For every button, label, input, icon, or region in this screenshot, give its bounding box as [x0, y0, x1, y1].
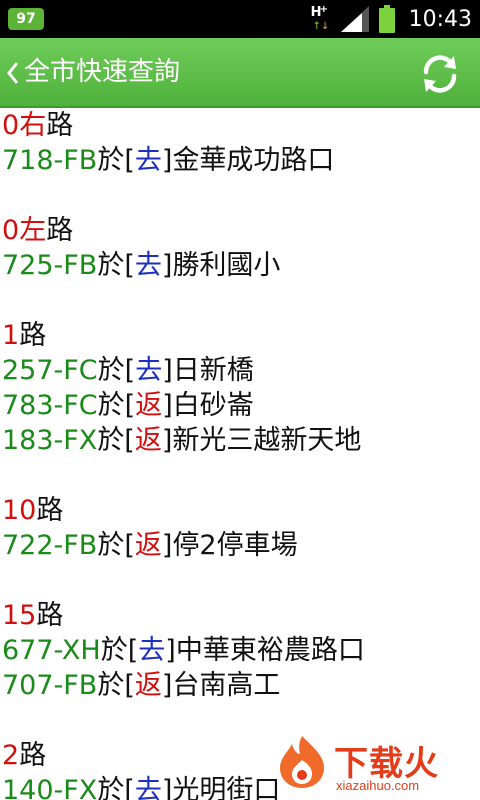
- at-label: 於[: [97, 390, 136, 421]
- bus-id: 183-FX: [2, 425, 98, 456]
- page-title: 全市快速查詢: [24, 57, 181, 87]
- battery-icon: [378, 5, 395, 33]
- at-label: 於[: [97, 355, 136, 386]
- stop-name: 金華成功路口: [172, 145, 335, 176]
- at-label: 於[: [97, 425, 135, 456]
- bracket-close: ]: [161, 250, 173, 281]
- bus-id: 257-FC: [2, 355, 98, 386]
- clock: 10:43: [408, 6, 472, 32]
- at-label: 於[: [97, 250, 135, 281]
- direction-label: 去: [134, 145, 162, 176]
- bus-stop-line[interactable]: 677-XH於[去]中華東裕農路口: [0, 633, 480, 668]
- route-direction: 右: [19, 110, 47, 141]
- title-bar: 全市快速查詢: [0, 38, 480, 108]
- at-label: 於[: [97, 775, 135, 800]
- route-number: 2: [2, 740, 20, 771]
- bus-id: 140-FX: [2, 775, 98, 800]
- status-bar: 97 H + ↑↓ 10:43: [0, 0, 480, 38]
- bus-id: 718-FB: [2, 145, 98, 176]
- chevron-left-icon[interactable]: [6, 60, 20, 86]
- watermark-subtitle: xiazaihuo.com: [336, 778, 420, 793]
- notification-badge: 97: [8, 8, 44, 30]
- network-h-icon: H + ↑↓: [310, 4, 330, 32]
- direction-label: 返: [135, 390, 163, 421]
- stop-name: 勝利國小: [172, 250, 281, 281]
- at-label: 於[: [97, 530, 135, 561]
- direction-label: 去: [135, 355, 163, 386]
- watermark: 下载火 xiazaihuo.com: [274, 734, 474, 796]
- route-group[interactable]: 15路 677-XH於[去]中華東裕農路口 707-FB於[返]台南高工: [0, 598, 480, 703]
- stop-name: 停2停車場: [172, 530, 298, 561]
- at-label: 於[: [97, 145, 135, 176]
- bus-stop-line[interactable]: 257-FC於[去]日新橋: [0, 353, 480, 388]
- route-number: 0: [2, 215, 20, 246]
- bracket-close: ]: [161, 530, 173, 561]
- route-suffix: 路: [36, 495, 64, 526]
- direction-label: 返: [134, 425, 162, 456]
- refresh-icon[interactable]: [418, 52, 462, 96]
- direction-label: 去: [134, 250, 162, 281]
- bus-stop-line[interactable]: 718-FB於[去]金華成功路口: [0, 143, 480, 178]
- bus-id: 783-FC: [2, 390, 98, 421]
- route-header: 1路: [0, 318, 480, 353]
- direction-label: 去: [134, 775, 162, 800]
- direction-label: 返: [134, 530, 162, 561]
- bracket-close: ]: [161, 425, 173, 456]
- bus-id: 722-FB: [2, 530, 98, 561]
- route-suffix: 路: [19, 740, 47, 771]
- bus-id: 677-XH: [2, 635, 101, 666]
- bracket-close: ]: [161, 775, 173, 800]
- bus-id: 707-FB: [2, 670, 98, 701]
- stop-name: 光明街口: [172, 775, 281, 800]
- at-label: 於[: [97, 670, 135, 701]
- route-direction: 左: [19, 215, 47, 246]
- route-group[interactable]: 0左路 725-FB於[去]勝利國小: [0, 213, 480, 283]
- stop-name: 白砂崙: [172, 390, 254, 421]
- route-number: 0: [2, 110, 20, 141]
- stop-name: 中華東裕農路口: [175, 635, 365, 666]
- flame-logo-icon: [280, 736, 324, 788]
- stop-name: 新光三越新天地: [172, 425, 362, 456]
- route-group[interactable]: 1路 257-FC於[去]日新橋 783-FC於[返]白砂崙 183-FX於[返]新光…: [0, 318, 480, 458]
- signal-icon: [340, 6, 369, 32]
- route-group[interactable]: 10路 722-FB於[返]停2停車場: [0, 493, 480, 563]
- route-list[interactable]: 0右路 718-FB於[去]金華成功路口 0左路 725-FB於[去]勝利國小 1路 25…: [0, 108, 480, 800]
- route-suffix: 路: [46, 110, 74, 141]
- bus-stop-line[interactable]: 725-FB於[去]勝利國小: [0, 248, 480, 283]
- bus-stop-line[interactable]: 722-FB於[返]停2停車場: [0, 528, 480, 563]
- route-number: 10: [2, 495, 37, 526]
- direction-label: 返: [134, 670, 162, 701]
- route-group[interactable]: 0右路 718-FB於[去]金華成功路口: [0, 108, 480, 178]
- bracket-close: ]: [162, 355, 173, 386]
- route-header: 10路: [0, 493, 480, 528]
- bracket-close: ]: [161, 670, 173, 701]
- status-icons: H + ↑↓ 10:43: [311, 0, 472, 38]
- route-suffix: 路: [19, 320, 47, 351]
- bus-stop-line[interactable]: 783-FC於[返]白砂崙: [0, 388, 480, 423]
- bracket-close: ]: [161, 145, 173, 176]
- stop-name: 台南高工: [172, 670, 281, 701]
- stop-name: 日新橋: [172, 355, 254, 386]
- bus-id: 725-FB: [2, 250, 98, 281]
- bus-stop-line[interactable]: 183-FX於[返]新光三越新天地: [0, 423, 480, 458]
- route-number: 1: [2, 320, 20, 351]
- at-label: 於[: [100, 635, 139, 666]
- bracket-close: ]: [162, 390, 173, 421]
- direction-label: 去: [138, 635, 166, 666]
- route-header: 15路: [0, 598, 480, 633]
- route-header: 0右路: [0, 108, 480, 143]
- route-suffix: 路: [36, 600, 64, 631]
- bracket-close: ]: [165, 635, 176, 666]
- route-suffix: 路: [46, 215, 74, 246]
- route-number: 15: [2, 600, 37, 631]
- bus-stop-line[interactable]: 707-FB於[返]台南高工: [0, 668, 480, 703]
- route-header: 0左路: [0, 213, 480, 248]
